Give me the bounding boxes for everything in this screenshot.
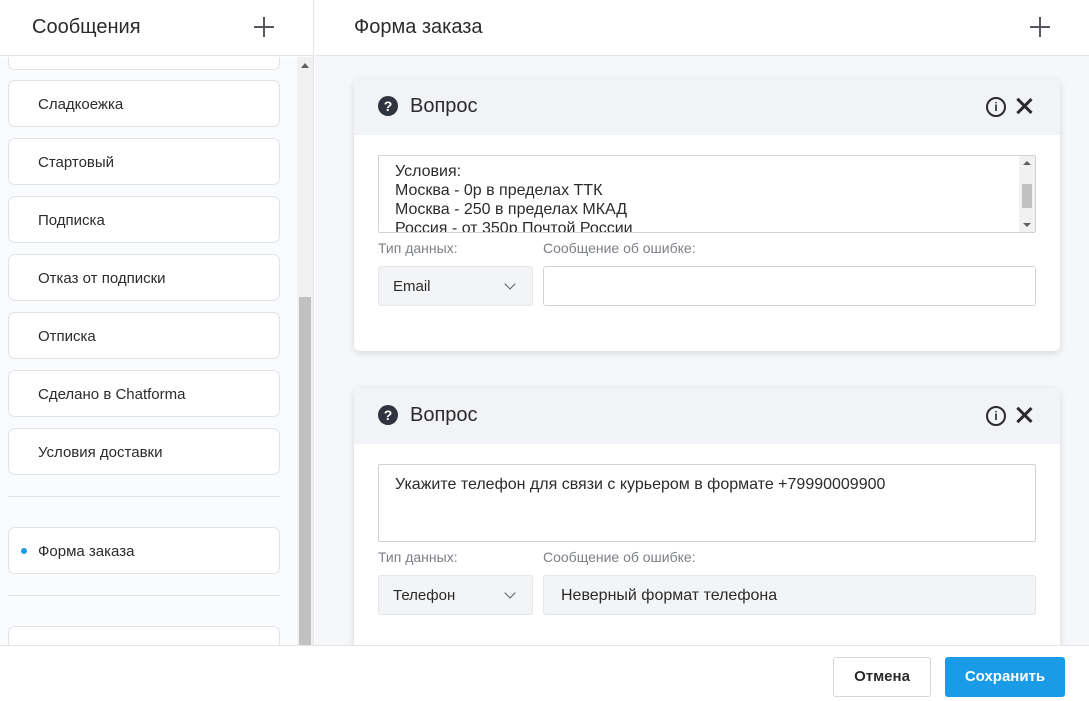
message-item-otpiska[interactable]: Отписка: [8, 312, 280, 359]
message-item-label: Отписка: [38, 328, 96, 345]
message-item-label: Стартовый: [38, 154, 115, 171]
active-indicator-dot: [21, 548, 27, 554]
question-text-line: Москва - 0р в пределах ТТК: [395, 182, 603, 199]
scroll-thumb[interactable]: [299, 297, 311, 645]
question-title: Вопрос: [410, 404, 478, 426]
data-type-select[interactable]: Телефон: [378, 575, 533, 615]
sidebar-header: Сообщения: [0, 0, 314, 56]
question-card-header: ? Вопрос i: [354, 79, 1060, 135]
main-panel: Форма заказа ? Вопрос i Условия: Москва …: [315, 0, 1089, 658]
message-item-label: Отказ от подписки: [38, 270, 166, 287]
scroll-up-arrow-icon[interactable]: [301, 63, 309, 68]
message-item-label: Условия доставки: [38, 444, 163, 461]
question-card-header: ? Вопрос i: [354, 388, 1060, 444]
sidebar-divider: [8, 496, 280, 497]
question-text-line: Москва - 250 в пределах МКАД: [395, 201, 628, 218]
message-item-startovyi[interactable]: Стартовый: [8, 138, 280, 185]
message-item-label: Подписка: [38, 212, 105, 229]
message-item-label: Форма заказа: [38, 543, 135, 560]
message-item-podpiska[interactable]: Подписка: [8, 196, 280, 243]
question-icon: ?: [378, 405, 398, 425]
footer-bar: Отмена Сохранить: [0, 645, 1089, 701]
chevron-down-icon: [504, 587, 516, 599]
data-type-value: Email: [393, 278, 431, 295]
question-icon: ?: [378, 96, 398, 116]
question-text-line: Условия:: [395, 163, 462, 180]
textarea-scrollbar[interactable]: [1019, 156, 1035, 232]
data-type-value: Телефон: [393, 587, 456, 604]
error-message-value: Неверный формат телефона: [561, 587, 778, 604]
question-text-line: Укажите телефон для связи с курьером в ф…: [395, 476, 886, 493]
sidebar-divider: [8, 595, 280, 596]
close-icon[interactable]: [1014, 96, 1034, 116]
save-button[interactable]: Сохранить: [945, 657, 1065, 697]
scroll-thumb[interactable]: [1022, 184, 1032, 208]
error-message-label: Сообщение об ошибке:: [543, 240, 696, 256]
message-item-sladkoezhka[interactable]: Сладкоежка: [8, 80, 280, 127]
message-item-hidden[interactable]: [8, 57, 280, 70]
message-item-label: Сделано в Chatforma: [38, 386, 186, 403]
question-text-field[interactable]: Условия: Москва - 0р в пределах ТТК Моск…: [378, 155, 1036, 233]
data-type-label: Тип данных:: [378, 240, 458, 256]
message-item-order-form[interactable]: Форма заказа: [8, 527, 280, 574]
info-icon[interactable]: i: [986, 406, 1006, 426]
messages-sidebar: Сообщения Сладкоежка Стартовый Подписка …: [0, 0, 314, 645]
error-message-field[interactable]: [543, 266, 1036, 306]
message-item-label: Сладкоежка: [38, 96, 124, 113]
question-card: ? Вопрос i Укажите телефон для связи с к…: [354, 388, 1060, 658]
chevron-down-icon: [504, 278, 516, 290]
question-card: ? Вопрос i Условия: Москва - 0р в предел…: [354, 79, 1060, 351]
cancel-button[interactable]: Отмена: [833, 657, 931, 697]
sidebar-title: Сообщения: [32, 16, 141, 38]
data-type-label: Тип данных:: [378, 549, 458, 565]
message-list: Сладкоежка Стартовый Подписка Отказ от п…: [0, 57, 296, 645]
message-item-chatforma[interactable]: Сделано в Chatforma: [8, 370, 280, 417]
question-text-field[interactable]: Укажите телефон для связи с курьером в ф…: [378, 464, 1036, 542]
info-icon[interactable]: i: [986, 97, 1006, 117]
data-type-select[interactable]: Email: [378, 266, 533, 306]
message-item-otkaz[interactable]: Отказ от подписки: [8, 254, 280, 301]
message-item-next[interactable]: [8, 626, 280, 645]
add-message-plus-icon[interactable]: [254, 17, 274, 37]
close-icon[interactable]: [1014, 405, 1034, 425]
scroll-up-arrow-icon[interactable]: [1023, 161, 1031, 165]
message-item-delivery[interactable]: Условия доставки: [8, 428, 280, 475]
sidebar-scrollbar[interactable]: [297, 57, 313, 645]
add-question-plus-icon[interactable]: [1030, 17, 1050, 37]
question-text-line: Россия - от 350р Почтой России: [395, 220, 633, 233]
question-title: Вопрос: [410, 95, 478, 117]
error-message-label: Сообщение об ошибке:: [543, 549, 696, 565]
page-title: Форма заказа: [354, 16, 483, 38]
main-header: Форма заказа: [315, 0, 1089, 56]
scroll-down-arrow-icon[interactable]: [1023, 223, 1031, 227]
error-message-field[interactable]: Неверный формат телефона: [543, 575, 1036, 615]
